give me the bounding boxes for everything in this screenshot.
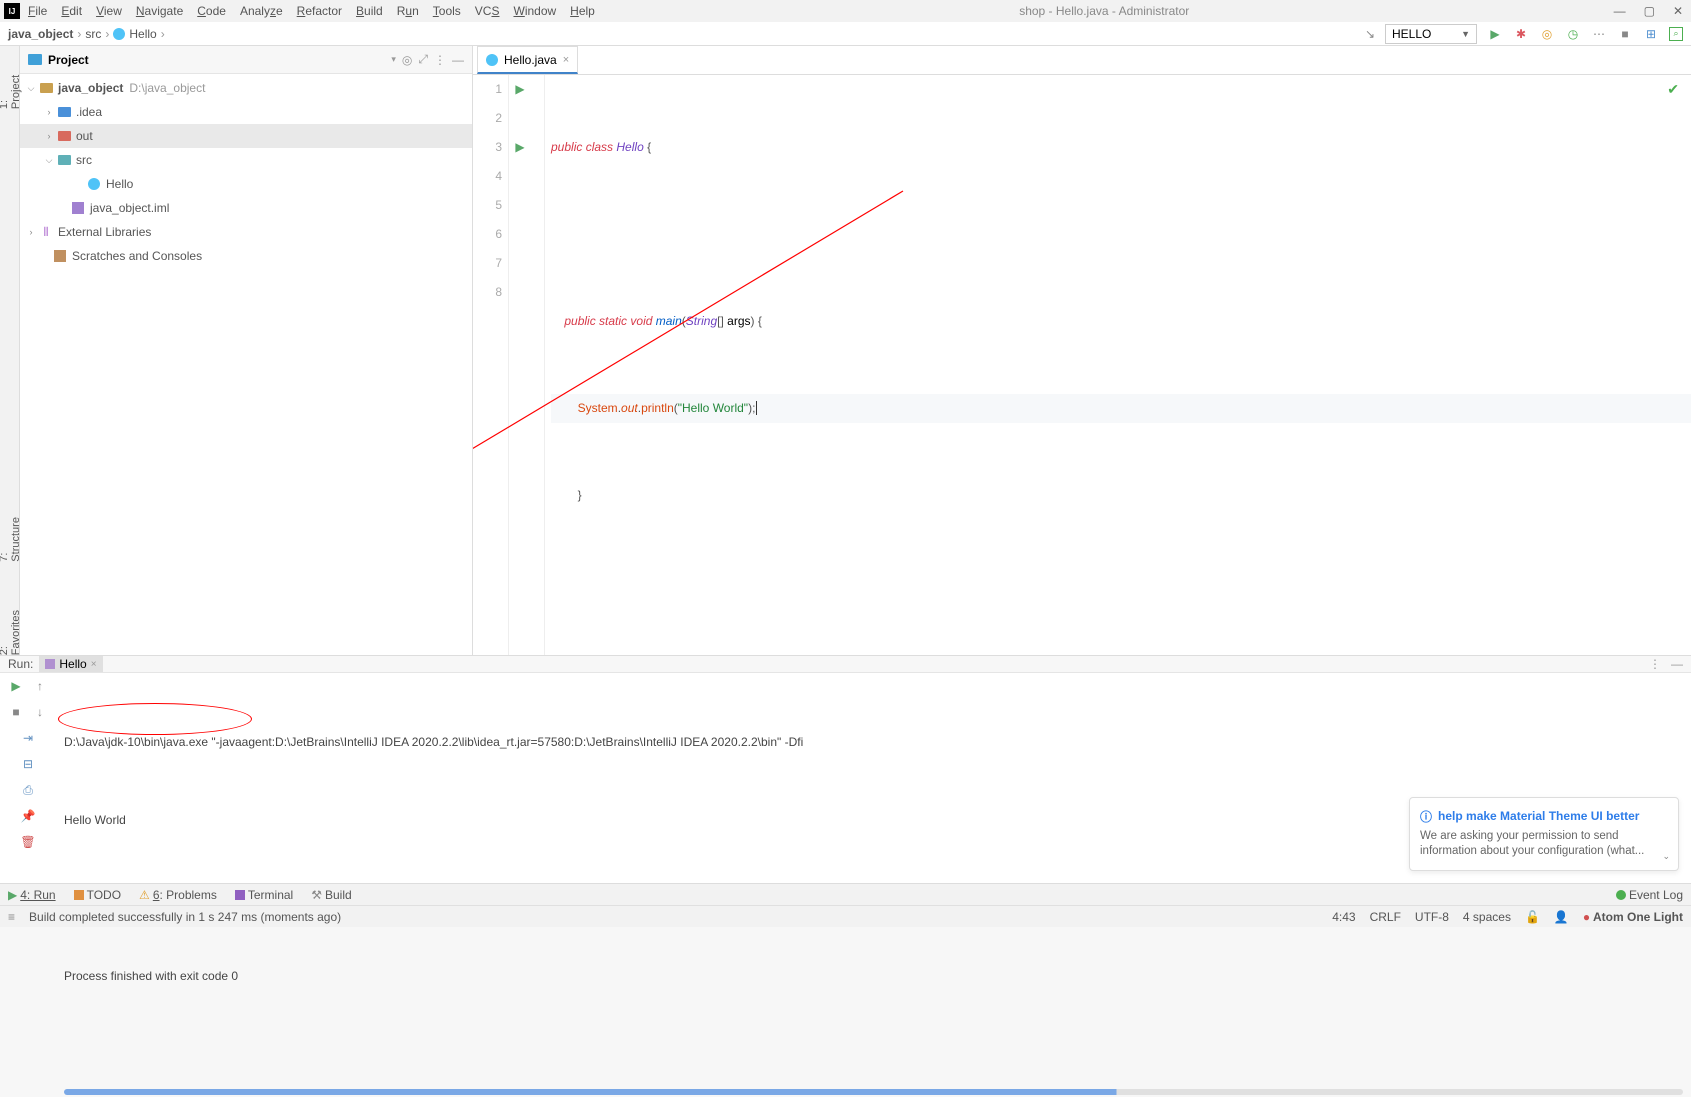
class-icon <box>486 54 498 66</box>
project-panel-header: Project ▾ ◎ ⤢ ⋮ — <box>20 46 472 74</box>
run-tab-hello[interactable]: Hello × <box>39 656 102 672</box>
editor-tab-hello[interactable]: Hello.java × <box>477 46 578 74</box>
menu-code[interactable]: Code <box>197 4 226 18</box>
hide-icon[interactable]: — <box>452 53 464 67</box>
menu-view[interactable]: View <box>96 4 122 18</box>
search-everywhere-button[interactable]: ⌕ <box>1669 27 1683 41</box>
run-button[interactable]: ▶ <box>1487 26 1503 42</box>
chevron-down-icon[interactable]: ▾ <box>391 54 396 65</box>
menu-file[interactable]: File <box>28 4 47 18</box>
title-bar: IJ File Edit View Navigate Code Analyze … <box>0 0 1691 22</box>
run-panel-title: Run: <box>8 657 33 671</box>
tree-iml[interactable]: java_object.iml <box>20 196 472 220</box>
ij-logo-icon: IJ <box>4 3 20 19</box>
tree-root-path: D:\java_object <box>129 81 205 95</box>
project-panel-title: Project <box>48 53 385 67</box>
project-header-icon <box>28 54 42 65</box>
soft-wrap-button[interactable]: ⇥ <box>19 729 37 747</box>
scroll-end-button[interactable]: ⊟ <box>19 755 37 773</box>
breadcrumb-class[interactable]: Hello <box>129 27 156 41</box>
minimize-icon[interactable]: — <box>1614 4 1626 18</box>
menu-vcs[interactable]: VCS <box>475 4 500 18</box>
print-button[interactable]: ⎙ <box>19 781 37 799</box>
console-output[interactable]: D:\Java\jdk-10\bin\java.exe "-javaagent:… <box>56 673 1691 1097</box>
run-hide-icon[interactable]: — <box>1671 657 1683 671</box>
menu-window[interactable]: Window <box>513 4 556 18</box>
navigation-bar: java_object › src › Hello › ↘ HELLO ▼ ▶ … <box>0 22 1691 46</box>
run-panel-header: Run: Hello × ⋮ — <box>0 656 1691 673</box>
project-tool-window: Project ▾ ◎ ⤢ ⋮ — ⌵ java_object D:\java_… <box>20 46 473 655</box>
build-hammer-icon[interactable]: ↘ <box>1365 27 1375 41</box>
notification-chevron-icon[interactable]: ⌄ <box>1662 851 1670 862</box>
tree-scratches[interactable]: Scratches and Consoles <box>20 244 472 268</box>
run-main-gutter-icon[interactable]: ▶ <box>515 133 524 162</box>
trash-button[interactable]: 🗑 <box>19 833 37 851</box>
window-title: shop - Hello.java - Administrator <box>595 4 1614 18</box>
editor-area: Hello.java × 1234 5678 ▶ ▶ public class … <box>473 46 1691 655</box>
maximize-icon[interactable]: ▢ <box>1644 4 1655 18</box>
breadcrumb-src[interactable]: src <box>85 27 101 41</box>
tree-root[interactable]: ⌵ java_object D:\java_object <box>20 76 472 100</box>
breadcrumb-project[interactable]: java_object <box>8 27 73 41</box>
close-icon[interactable]: ✕ <box>1673 4 1683 18</box>
run-toolbar: ▶ ↑ ■ ↓ ⇥ ⊟ ⎙ 📌 🗑 <box>0 673 56 1097</box>
main-menu: File Edit View Navigate Code Analyze Ref… <box>28 4 595 18</box>
close-run-tab-icon[interactable]: × <box>91 659 97 670</box>
menu-run[interactable]: Run <box>397 4 419 18</box>
tree-out[interactable]: › out <box>20 124 472 148</box>
run-config-label: HELLO <box>1392 27 1431 41</box>
pin-button[interactable]: 📌 <box>19 807 37 825</box>
run-class-gutter-icon[interactable]: ▶ <box>515 75 524 104</box>
close-tab-icon[interactable]: × <box>563 54 569 66</box>
menu-build[interactable]: Build <box>356 4 383 18</box>
target-icon[interactable]: ◎ <box>402 53 412 67</box>
tree-external-libraries[interactable]: ›⫴ External Libraries <box>20 220 472 244</box>
console-exit: Process finished with exit code 0 <box>64 963 1683 989</box>
layout-grid-icon[interactable]: ⊞ <box>1643 26 1659 42</box>
console-cmd: D:\Java\jdk-10\bin\java.exe "-javaagent:… <box>64 729 1683 755</box>
notification-body: We are asking your permission to send in… <box>1420 829 1668 860</box>
tree-src[interactable]: ⌵ src <box>20 148 472 172</box>
info-icon: ⓘ <box>1420 808 1432 825</box>
class-icon <box>113 28 125 40</box>
tree-hello-class[interactable]: Hello <box>20 172 472 196</box>
editor-tab-row: Hello.java × <box>473 46 1691 75</box>
editor-tab-label: Hello.java <box>504 53 557 67</box>
breadcrumb: java_object › src › Hello › <box>8 27 165 41</box>
menu-analyze[interactable]: Analyze <box>240 4 283 18</box>
collapse-icon[interactable]: ⤢ <box>418 52 428 67</box>
h-scrollbar[interactable] <box>64 1089 1683 1095</box>
menu-edit[interactable]: Edit <box>61 4 82 18</box>
chevron-down-icon: ▼ <box>1461 29 1470 39</box>
profile-button[interactable]: ◷ <box>1565 26 1581 42</box>
tree-idea[interactable]: › .idea <box>20 100 472 124</box>
down-stack-button[interactable]: ↓ <box>31 703 49 721</box>
run-tool-window: Run: Hello × ⋮ — ▶ ↑ ■ ↓ ⇥ ⊟ ⎙ 📌 🗑 <box>0 655 1691 883</box>
menu-refactor[interactable]: Refactor <box>297 4 342 18</box>
tool-project-tab[interactable]: 1: Project <box>0 66 22 109</box>
notification-title: help make Material Theme UI better <box>1438 809 1639 823</box>
app-icon <box>45 659 55 669</box>
inspection-ok-icon[interactable]: ✔ <box>1667 81 1679 98</box>
debug-button[interactable]: ✱ <box>1513 26 1529 42</box>
tool-structure-tab[interactable]: 7: Structure <box>0 509 22 562</box>
menu-navigate[interactable]: Navigate <box>136 4 183 18</box>
run-config-select[interactable]: HELLO ▼ <box>1385 24 1477 44</box>
gear-icon[interactable]: ⋮ <box>434 53 446 67</box>
project-tree: ⌵ java_object D:\java_object › .idea › o… <box>20 74 472 655</box>
tree-root-label: java_object <box>58 81 123 95</box>
tool-favorites-tab[interactable]: 2: Favorites <box>0 602 22 655</box>
notification-popup[interactable]: ⓘ help make Material Theme UI better We … <box>1409 797 1679 871</box>
main-area: 1: Project 7: Structure 2: Favorites Pro… <box>0 46 1691 655</box>
coverage-button[interactable]: ◎ <box>1539 26 1555 42</box>
attach-button[interactable]: ⋯ <box>1591 26 1607 42</box>
left-tool-strip: 1: Project 7: Structure 2: Favorites <box>0 46 20 655</box>
up-stack-button[interactable]: ↑ <box>31 677 49 695</box>
rerun-button[interactable]: ▶ <box>7 677 25 695</box>
stop-button[interactable]: ■ <box>1617 26 1633 42</box>
stop-run-button[interactable]: ■ <box>7 703 25 721</box>
menu-help[interactable]: Help <box>570 4 595 18</box>
menu-tools[interactable]: Tools <box>433 4 461 18</box>
run-more-icon[interactable]: ⋮ <box>1649 657 1661 671</box>
